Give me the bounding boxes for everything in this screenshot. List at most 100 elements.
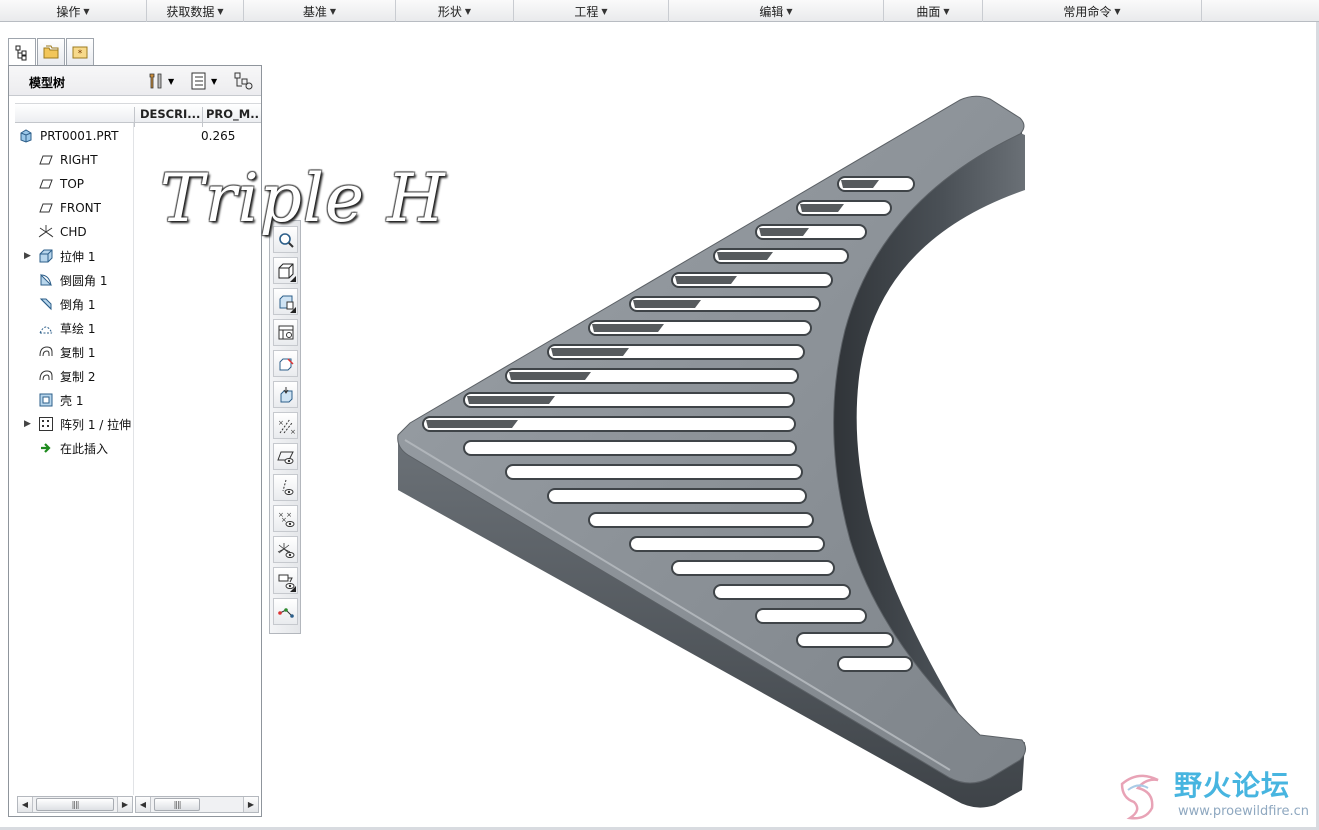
chevron-down-icon: ▼ (786, 6, 793, 16)
tree-filter-icon (234, 72, 253, 90)
chevron-down-icon: ▼ (1114, 6, 1121, 16)
tree-item-extrude-1[interactable]: ▶ 拉伸 1 (9, 245, 261, 267)
ribbon-group-engineering[interactable]: 工程 ▼ (514, 0, 669, 22)
round-icon (38, 272, 54, 288)
tree-item-round-1[interactable]: 倒圆角 1 (9, 269, 261, 291)
graphics-viewport[interactable] (300, 22, 1319, 830)
scroll-right-button[interactable]: ▶ (243, 797, 258, 812)
coordinate-system-icon (38, 224, 54, 240)
spin-center-button[interactable] (273, 381, 298, 408)
tree-item-label: 壳 1 (60, 393, 84, 408)
view-datum-toolbar: × × × × × (269, 220, 301, 634)
column-header-pro-mp-mass[interactable]: PRO_M... (206, 107, 260, 121)
chamfer-icon (38, 296, 54, 312)
datum-plane-icon (38, 200, 54, 216)
watermark-text: Triple H (160, 160, 446, 237)
ribbon-group-operations[interactable]: 操作 ▼ (0, 0, 147, 22)
saved-views-button[interactable] (273, 288, 298, 315)
tree-item-shell-1[interactable]: 壳 1 (9, 389, 261, 411)
tree-filter-button[interactable] (233, 70, 255, 92)
tree-item-copy-1[interactable]: 复制 1 (9, 341, 261, 363)
datum-display-toggle[interactable]: × × (273, 412, 298, 439)
annotation-display-button[interactable] (273, 567, 298, 594)
display-style-button[interactable] (273, 257, 298, 284)
tree-item-label: 复制 2 (60, 369, 96, 384)
plane-eye-icon (276, 451, 294, 464)
scroll-left-button[interactable]: ◀ (18, 797, 33, 812)
chevron-down-icon: ▼ (217, 6, 224, 16)
axis-display-toggle[interactable] (273, 474, 298, 501)
annotation-eye-icon (278, 574, 294, 589)
forum-name: 野火论坛 (1174, 769, 1291, 802)
forum-url: www.proewildfire.cn (1178, 804, 1309, 819)
csys-display-toggle[interactable] (273, 536, 298, 563)
navigator-tabs: * (8, 38, 95, 66)
tree-horizontal-scrollbar[interactable]: ◀ |||| ▶ (17, 796, 133, 813)
model-tree-icon (15, 45, 27, 60)
tree-item-label: RIGHT (60, 153, 98, 167)
forum-logo: 野火论坛 www.proewildfire.cn (1108, 762, 1318, 826)
scroll-right-button[interactable]: ▶ (117, 797, 132, 812)
tree-item-label: 阵列 1 / 拉伸 (60, 417, 132, 432)
datum-curve-icon (277, 607, 294, 618)
column-header-description[interactable]: DESCRI... (140, 107, 202, 121)
spin-center-display-toggle[interactable] (273, 598, 298, 625)
ribbon-group-get-data[interactable]: 获取数据 ▼ (147, 0, 244, 22)
chevron-down-icon: ▼ (83, 6, 90, 16)
point-eye-icon: × ×× (278, 511, 294, 527)
tree-item-label: 草绘 1 (60, 321, 96, 336)
sketch-icon (38, 320, 54, 336)
tree-item-copy-2[interactable]: 复制 2 (9, 365, 261, 387)
chevron-down-icon: ▼ (943, 6, 950, 16)
columns-horizontal-scrollbar[interactable]: ◀ |||| ▶ (135, 796, 259, 813)
view-manager-button[interactable] (273, 319, 298, 346)
copy-surface-icon (38, 368, 54, 384)
chevron-down-icon: ▼ (211, 76, 218, 86)
application-window: 操作 ▼ 获取数据 ▼ 基准 ▼ 形状 ▼ 工程 ▼ 编辑 ▼ 曲面 ▼ 常用命令 ▼ * 模型… (0, 0, 1319, 830)
csys-eye-icon (277, 542, 294, 558)
tab-folder-browser[interactable] (37, 38, 65, 65)
chevron-down-icon: ▼ (464, 6, 472, 16)
tree-item-pattern-1[interactable]: ▶ 阵列 1 / 拉伸 (9, 413, 261, 435)
expand-arrow-icon[interactable]: ▶ (24, 419, 34, 429)
tree-item-insert-here[interactable]: 在此插入 (9, 437, 261, 459)
extrude-icon (38, 248, 54, 264)
ribbon-group-surfaces[interactable]: 曲面 ▼ (884, 0, 983, 22)
mass-value: 0.265 (201, 129, 236, 143)
orient-cube-icon (279, 357, 294, 370)
scrollbar-thumb[interactable]: |||| (36, 798, 114, 811)
column-separator[interactable] (202, 107, 203, 127)
tree-item-label: 在此插入 (60, 441, 109, 456)
ribbon-group-label: 工程 (574, 4, 599, 19)
flame-logo-icon (1120, 774, 1159, 820)
scrollbar-thumb[interactable]: |||| (154, 798, 200, 811)
chevron-down-icon: ▼ (329, 6, 337, 16)
datum-axes-icon: ×× (278, 418, 295, 435)
scroll-left-button[interactable]: ◀ (136, 797, 151, 812)
tree-item-sketch-1[interactable]: 草绘 1 (9, 317, 261, 339)
point-display-toggle[interactable]: × × × (273, 505, 298, 532)
chevron-down-icon: ▼ (601, 6, 608, 16)
tree-item-chamfer-1[interactable]: 倒角 1 (9, 293, 261, 315)
tree-item-label: 拉伸 1 (60, 249, 96, 264)
tab-model-tree[interactable] (8, 38, 36, 66)
ribbon-group-label: 获取数据 (166, 4, 215, 19)
ribbon-group-editing[interactable]: 编辑 ▼ (669, 0, 884, 22)
tab-favorites[interactable]: * (66, 38, 94, 65)
ribbon-group-datum[interactable]: 基准 ▼ (244, 0, 396, 22)
show-options-button[interactable]: ▼ (189, 70, 217, 92)
plane-display-toggle[interactable] (273, 443, 298, 470)
copy-surface-icon (38, 344, 54, 360)
spin-center-icon (280, 386, 292, 402)
ribbon-group-shapes[interactable]: 形状 ▼ (396, 0, 514, 22)
column-separator[interactable] (134, 107, 135, 127)
tree-row-root-part[interactable]: PRT0001.PRT 0.265 (9, 125, 261, 147)
settings-tools-button[interactable]: ▼ (146, 70, 174, 92)
expand-arrow-icon[interactable]: ▶ (24, 251, 34, 261)
reorient-button[interactable] (273, 350, 298, 377)
ribbon-group-common-commands[interactable]: 常用命令 ▼ (983, 0, 1202, 22)
datum-plane-icon (38, 152, 54, 168)
favorites-icon: * (72, 46, 88, 59)
ribbon-group-label: 基准 (302, 4, 327, 19)
ribbon-group-label: 编辑 (759, 4, 784, 19)
